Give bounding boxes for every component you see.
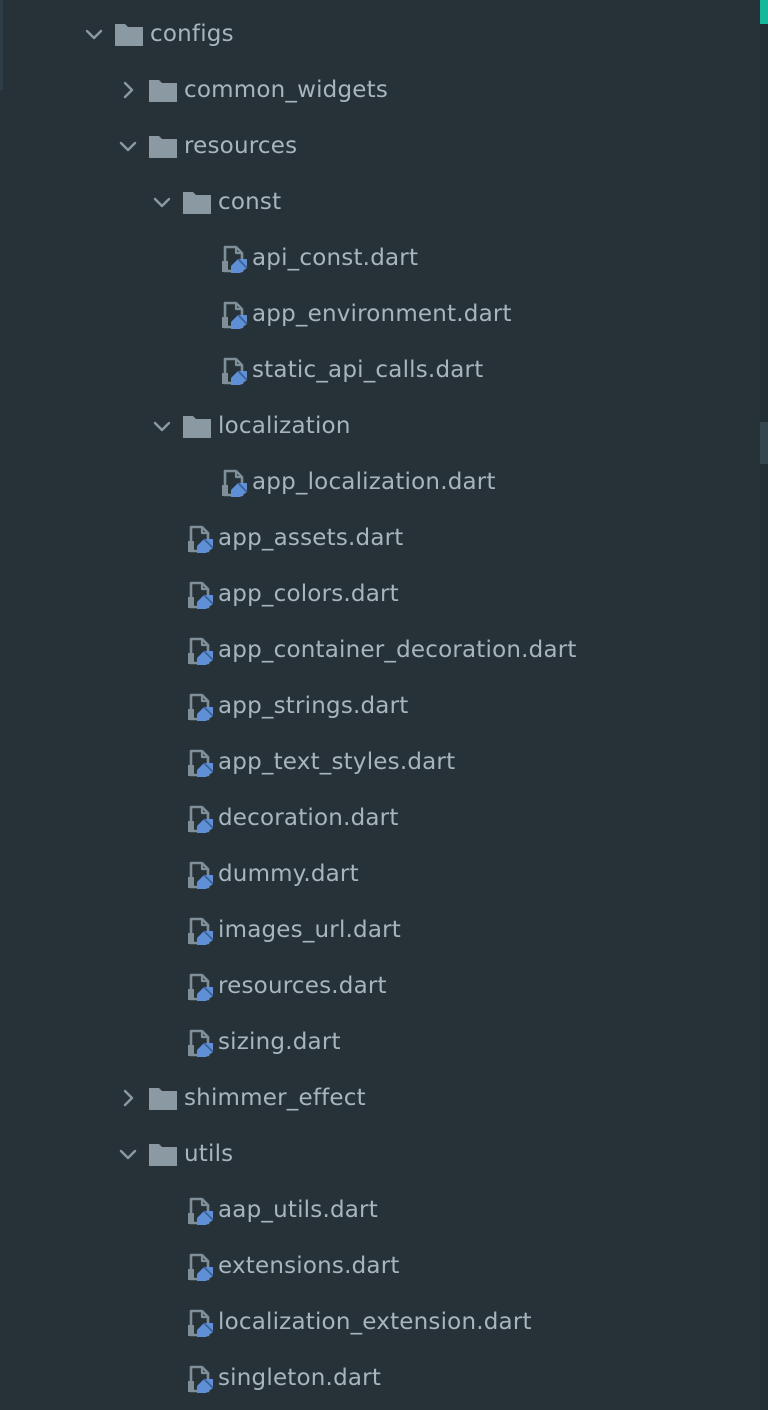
tree-file-singleton[interactable]: singleton.dart — [0, 1350, 760, 1406]
dart-file-icon — [186, 692, 216, 722]
dart-file-icon — [186, 916, 216, 946]
tree-file-app-container-decoration[interactable]: app_container_decoration.dart — [0, 622, 760, 678]
tree-item-label: app_assets.dart — [218, 525, 404, 551]
tree-item-label: app_text_styles.dart — [218, 749, 456, 775]
tree-item-label: aap_utils.dart — [218, 1197, 378, 1223]
tree-item-label: singleton.dart — [218, 1365, 382, 1391]
tree-item-label: app_strings.dart — [218, 693, 409, 719]
tree-item-label: images_url.dart — [218, 917, 402, 943]
dart-file-icon — [220, 356, 250, 386]
tree-file-app-assets[interactable]: app_assets.dart — [0, 510, 760, 566]
tree-item-label: static_api_calls.dart — [252, 357, 484, 383]
dart-file-icon — [186, 860, 216, 890]
tree-item-label: configs — [150, 21, 234, 47]
chevron-right-icon[interactable] — [116, 1086, 140, 1110]
tree-file-app-text-styles[interactable]: app_text_styles.dart — [0, 734, 760, 790]
tree-item-label: dummy.dart — [218, 861, 359, 887]
tree-item-label: localization_extension.dart — [218, 1309, 532, 1335]
tree-file-decoration[interactable]: decoration.dart — [0, 790, 760, 846]
chevron-down-icon[interactable] — [116, 1142, 140, 1166]
tree-folder-localization[interactable]: localization — [0, 398, 760, 454]
tree-file-images-url[interactable]: images_url.dart — [0, 902, 760, 958]
tree-file-app-colors[interactable]: app_colors.dart — [0, 566, 760, 622]
scroll-accent-marker — [760, 0, 768, 24]
tree-item-label: utils — [184, 1141, 234, 1167]
tree-file-static-api-calls[interactable]: static_api_calls.dart — [0, 342, 760, 398]
dart-file-icon — [186, 972, 216, 1002]
dart-file-icon — [186, 524, 216, 554]
dart-file-icon — [186, 1364, 216, 1394]
folder-icon — [148, 76, 178, 106]
tree-item-label: decoration.dart — [218, 805, 399, 831]
tree-folder-configs[interactable]: configs — [0, 6, 760, 62]
dart-file-icon — [220, 468, 250, 498]
dart-file-icon — [186, 1196, 216, 1226]
folder-icon — [148, 1140, 178, 1170]
chevron-down-icon[interactable] — [150, 414, 174, 438]
dart-file-icon — [220, 244, 250, 274]
tree-item-label: app_colors.dart — [218, 581, 399, 607]
tree-item-label: resources — [184, 133, 298, 159]
tree-folder-resources[interactable]: resources — [0, 118, 760, 174]
tree-folder-utils[interactable]: utils — [0, 1126, 760, 1182]
tree-folder-shimmer-effect[interactable]: shimmer_effect — [0, 1070, 760, 1126]
tree-file-sizing[interactable]: sizing.dart — [0, 1014, 760, 1070]
dart-file-icon — [186, 1252, 216, 1282]
tree-item-label: localization — [218, 413, 351, 439]
folder-icon — [182, 188, 212, 218]
tree-file-localization-extension[interactable]: localization_extension.dart — [0, 1294, 760, 1350]
tree-item-label: api_const.dart — [252, 245, 419, 271]
tree-folder-common-widgets[interactable]: common_widgets — [0, 62, 760, 118]
tree-file-resources-dart[interactable]: resources.dart — [0, 958, 760, 1014]
folder-icon — [182, 412, 212, 442]
tree-item-label: common_widgets — [184, 77, 389, 103]
dart-file-icon — [186, 804, 216, 834]
dart-file-icon — [186, 1028, 216, 1058]
dart-file-icon — [186, 1308, 216, 1338]
tree-item-label: resources.dart — [218, 973, 387, 999]
dart-file-icon — [186, 580, 216, 610]
chevron-down-icon[interactable] — [82, 22, 106, 46]
tree-file-app-environment[interactable]: app_environment.dart — [0, 286, 760, 342]
tree-item-label: sizing.dart — [218, 1029, 341, 1055]
scrollbar-track[interactable] — [760, 0, 768, 1410]
tree-item-label: app_environment.dart — [252, 301, 512, 327]
scrollbar-thumb[interactable] — [760, 422, 768, 464]
tree-item-label: app_localization.dart — [252, 469, 496, 495]
chevron-right-icon[interactable] — [116, 78, 140, 102]
tree-item-label: shimmer_effect — [184, 1085, 366, 1111]
tree-file-aap-utils[interactable]: aap_utils.dart — [0, 1182, 760, 1238]
folder-icon — [114, 20, 144, 50]
tree-file-api-const[interactable]: api_const.dart — [0, 230, 760, 286]
project-file-tree: configs common_widgets resources const api_c… — [0, 6, 760, 1406]
tree-item-label: app_container_decoration.dart — [218, 637, 577, 663]
dart-file-icon — [186, 636, 216, 666]
dart-file-icon — [220, 300, 250, 330]
chevron-down-icon[interactable] — [150, 190, 174, 214]
dart-file-icon — [186, 748, 216, 778]
tree-folder-const[interactable]: const — [0, 174, 760, 230]
tree-item-label: extensions.dart — [218, 1253, 400, 1279]
tree-file-extensions[interactable]: extensions.dart — [0, 1238, 760, 1294]
tree-file-app-strings[interactable]: app_strings.dart — [0, 678, 760, 734]
tree-file-app-localization[interactable]: app_localization.dart — [0, 454, 760, 510]
tree-item-label: const — [218, 189, 282, 215]
tree-file-dummy[interactable]: dummy.dart — [0, 846, 760, 902]
folder-icon — [148, 1084, 178, 1114]
folder-icon — [148, 132, 178, 162]
chevron-down-icon[interactable] — [116, 134, 140, 158]
